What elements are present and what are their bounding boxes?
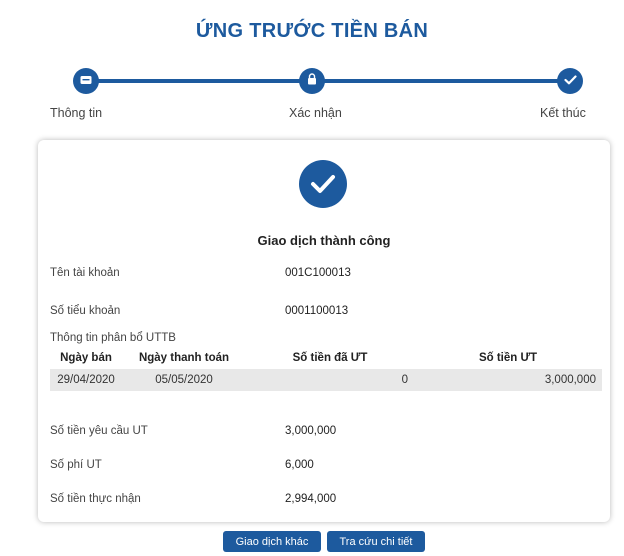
table-row: 29/04/2020 05/05/2020 0 3,000,000 xyxy=(50,369,602,391)
cell-advanced-amount: 0 xyxy=(246,369,414,391)
other-transaction-button[interactable]: Giao dịch khác xyxy=(223,531,321,552)
header-advance-amount: Số tiền ƯT xyxy=(414,347,602,369)
header-payment-date: Ngày thanh toán xyxy=(122,347,246,369)
allocation-table: Ngày bán Ngày thanh toán Số tiền đã ƯT S… xyxy=(50,347,602,391)
account-name-label: Tên tài khoản xyxy=(50,267,120,279)
lock-icon xyxy=(307,72,317,90)
check-circle-icon xyxy=(299,160,347,208)
fee-value: 6,000 xyxy=(285,459,314,471)
step-info xyxy=(73,68,99,94)
step-confirm xyxy=(299,68,325,94)
table-header-row: Ngày bán Ngày thanh toán Số tiền đã ƯT S… xyxy=(50,347,602,369)
page-title: ỨNG TRƯỚC TIỀN BÁN xyxy=(195,20,429,42)
header-advanced-amount: Số tiền đã ƯT xyxy=(246,347,414,369)
cell-sale-date: 29/04/2020 xyxy=(50,369,122,391)
check-icon xyxy=(563,72,577,90)
step-label-confirm: Xác nhận xyxy=(289,106,342,120)
result-card: Giao dịch thành công Tên tài khoản 001C1… xyxy=(38,140,610,522)
stepper: Thông tin Xác nhận Kết thúc xyxy=(0,66,624,126)
view-detail-button[interactable]: Tra cứu chi tiết xyxy=(327,531,425,552)
sub-account-value: 0001100013 xyxy=(285,305,349,317)
cell-payment-date: 05/05/2020 xyxy=(122,369,246,391)
header-sale-date: Ngày bán xyxy=(50,347,122,369)
step-finish xyxy=(557,68,583,94)
stepper-line xyxy=(86,79,570,83)
account-name-value: 001C100013 xyxy=(285,267,351,279)
received-amount-label: Số tiền thực nhận xyxy=(50,493,141,505)
cell-advance-amount: 3,000,000 xyxy=(414,369,602,391)
requested-amount-label: Số tiền yêu cầu UT xyxy=(50,425,148,437)
success-message: Giao dịch thành công xyxy=(257,233,391,248)
sub-account-label: Số tiểu khoản xyxy=(50,305,121,317)
top-strip xyxy=(0,0,624,6)
card-icon xyxy=(80,72,92,90)
allocation-label: Thông tin phân bổ UTTB xyxy=(50,332,176,344)
requested-amount-value: 3,000,000 xyxy=(285,425,337,437)
received-amount-value: 2,994,000 xyxy=(285,493,337,505)
step-label-info: Thông tin xyxy=(50,106,103,120)
step-label-finish: Kết thúc xyxy=(540,106,586,120)
fee-label: Số phí UT xyxy=(50,459,102,471)
